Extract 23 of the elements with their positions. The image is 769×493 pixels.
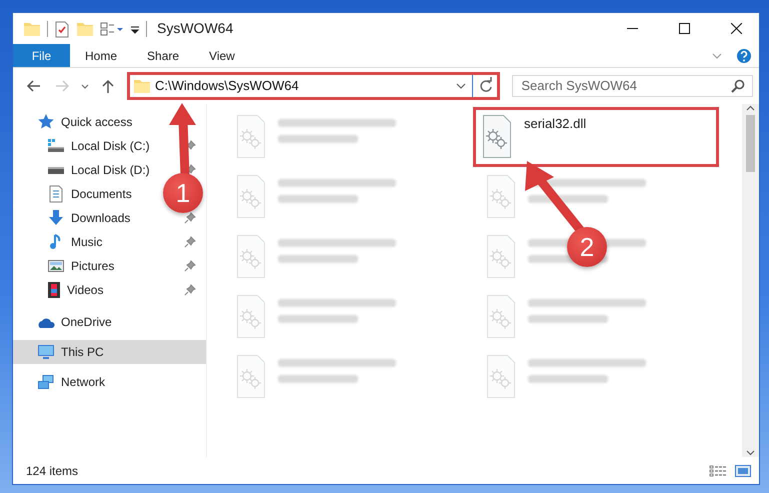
- sidebar-item[interactable]: OneDrive: [37, 310, 112, 334]
- file-name: serial32.dll: [524, 115, 586, 133]
- item-count: 124 items: [26, 462, 78, 480]
- ribbon-tab[interactable]: View: [194, 44, 250, 67]
- sidebar-item[interactable]: Documents: [47, 182, 132, 206]
- sidebar-item[interactable]: Local Disk (D:): [47, 158, 150, 182]
- sidebar-item[interactable]: Music: [47, 230, 102, 254]
- file-item[interactable]: serial32.dll: [476, 110, 716, 164]
- sidebar-item[interactable]: Network: [37, 370, 106, 394]
- step-number-badge: 1: [163, 173, 203, 213]
- search-field[interactable]: Search SysWOW64: [512, 75, 753, 97]
- sidebar-item[interactable]: Videos: [47, 278, 104, 302]
- window-title: SysWOW64: [157, 19, 234, 38]
- sidebar-item[interactable]: Quick access: [37, 110, 132, 134]
- address-path[interactable]: C:\Windows\SysWOW64: [155, 76, 305, 96]
- sidebar-item[interactable]: Pictures: [47, 254, 114, 278]
- step-number-badge: 2: [567, 227, 607, 267]
- ribbon-tab[interactable]: File: [13, 44, 70, 67]
- sidebar-item[interactable]: Downloads: [47, 206, 130, 230]
- ribbon-tab[interactable]: Home: [70, 44, 132, 67]
- address-bar[interactable]: C:\Windows\SysWOW64: [127, 72, 500, 100]
- sidebar-item[interactable]: Local Disk (C:): [47, 134, 150, 158]
- ribbon-tab[interactable]: Share: [132, 44, 194, 67]
